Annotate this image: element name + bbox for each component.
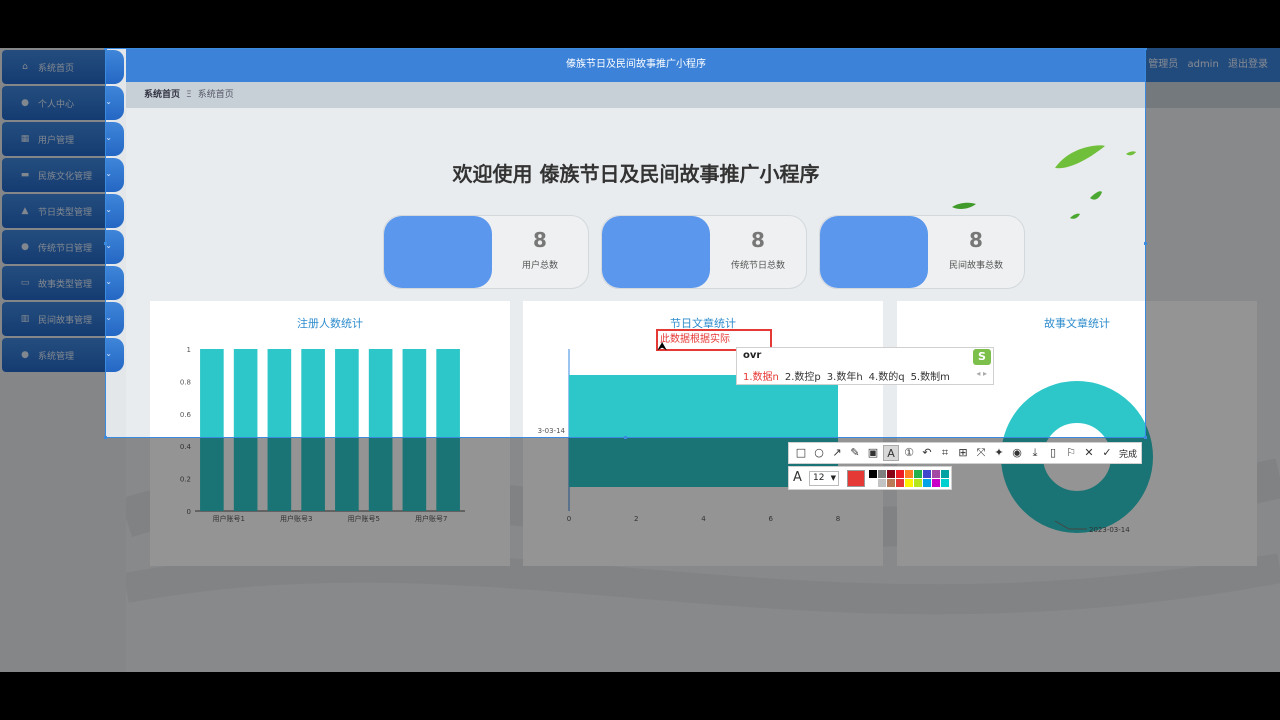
palette-swatch[interactable] <box>941 470 949 478</box>
text-properties-bar: A 12 ▼ <box>788 466 952 490</box>
palette-swatch[interactable] <box>932 470 940 478</box>
phone-icon[interactable]: ▯ <box>1045 445 1061 461</box>
palette-swatch[interactable] <box>887 479 895 487</box>
palette-swatch[interactable] <box>887 470 895 478</box>
screenshot-dim-right <box>1146 48 1280 672</box>
palette-swatch[interactable] <box>905 479 913 487</box>
palette-swatch[interactable] <box>869 479 877 487</box>
mosaic-tool-icon[interactable]: ▣ <box>865 445 881 461</box>
palette-swatch[interactable] <box>923 470 931 478</box>
palette-swatch[interactable] <box>941 479 949 487</box>
palette-swatch[interactable] <box>923 479 931 487</box>
screenshot-toolbar: □ ○ ↗ ✎ ▣ A ① ↶ ⌗ ⊞ ⤧ ✦ ◉ ⤓ ▯ ⚐ ✕ ✓ 完成 <box>788 442 1142 464</box>
screen: ⌂ 系统首页 ● 个人中心 ⌄ ▦ 用户管理 ⌄ ▬ 民族文化管理 ⌄ ▲ 节日类型管理 ⌄ ● 传统节日管理… <box>0 48 1280 672</box>
undo-icon[interactable]: ↶ <box>919 445 935 461</box>
current-color-swatch[interactable] <box>847 470 865 487</box>
ime-candidate-window: ovr S 1.数据n 2.数控p 3.数年h 4.数的q 5.数制m ◂ ▸ <box>736 347 994 385</box>
download-icon[interactable]: ⤓ <box>1027 445 1043 461</box>
number-tool-icon[interactable]: ① <box>901 445 917 461</box>
ocr-icon[interactable]: ⌗ <box>937 445 953 461</box>
arrow-tool-icon[interactable]: ↗ <box>829 445 845 461</box>
bookmark-icon[interactable]: ⚐ <box>1063 445 1079 461</box>
text-tool-icon[interactable]: A <box>883 445 899 461</box>
palette-swatch[interactable] <box>896 470 904 478</box>
palette-swatch[interactable] <box>896 479 904 487</box>
record-icon[interactable]: ◉ <box>1009 445 1025 461</box>
ime-candidate[interactable]: 4.数的q <box>869 372 905 383</box>
sogou-logo-icon: S <box>973 349 991 365</box>
ime-candidate[interactable]: 5.数制m <box>911 372 950 383</box>
translate-icon[interactable]: ⊞ <box>955 445 971 461</box>
ime-page-arrows-icon[interactable]: ◂ ▸ <box>976 369 987 378</box>
close-icon[interactable]: ✕ <box>1081 445 1097 461</box>
font-icon: A <box>793 470 802 485</box>
mouse-cursor-icon: ⮝ <box>657 339 668 353</box>
palette-swatch[interactable] <box>869 470 877 478</box>
ellipse-tool-icon[interactable]: ○ <box>811 445 827 461</box>
screenshot-dim-bottom <box>105 438 1146 672</box>
check-icon[interactable]: ✓ <box>1099 445 1115 461</box>
pin-icon[interactable]: ✦ <box>991 445 1007 461</box>
chevron-down-icon: ▼ <box>830 474 836 482</box>
ime-candidate[interactable]: 3.数年h <box>827 372 863 383</box>
ime-candidates: 1.数据n 2.数控p 3.数年h 4.数的q 5.数制m <box>743 368 956 383</box>
ime-candidate[interactable]: 2.数控p <box>785 372 821 383</box>
rectangle-tool-icon[interactable]: □ <box>793 445 809 461</box>
long-screenshot-icon[interactable]: ⤧ <box>973 445 989 461</box>
palette-swatch[interactable] <box>878 479 886 487</box>
palette-swatch[interactable] <box>878 470 886 478</box>
palette-swatch[interactable] <box>914 479 922 487</box>
font-size-select[interactable]: 12 ▼ <box>809 471 839 486</box>
font-size-value: 12 <box>813 473 825 483</box>
palette-swatch[interactable] <box>932 479 940 487</box>
ime-composition: ovr <box>743 350 762 361</box>
done-button[interactable]: 完成 <box>1119 447 1137 460</box>
screenshot-dim-left <box>0 48 105 672</box>
palette-swatch[interactable] <box>914 470 922 478</box>
palette-swatch[interactable] <box>905 470 913 478</box>
pen-tool-icon[interactable]: ✎ <box>847 445 863 461</box>
ime-candidate[interactable]: 1.数据n <box>743 372 779 383</box>
